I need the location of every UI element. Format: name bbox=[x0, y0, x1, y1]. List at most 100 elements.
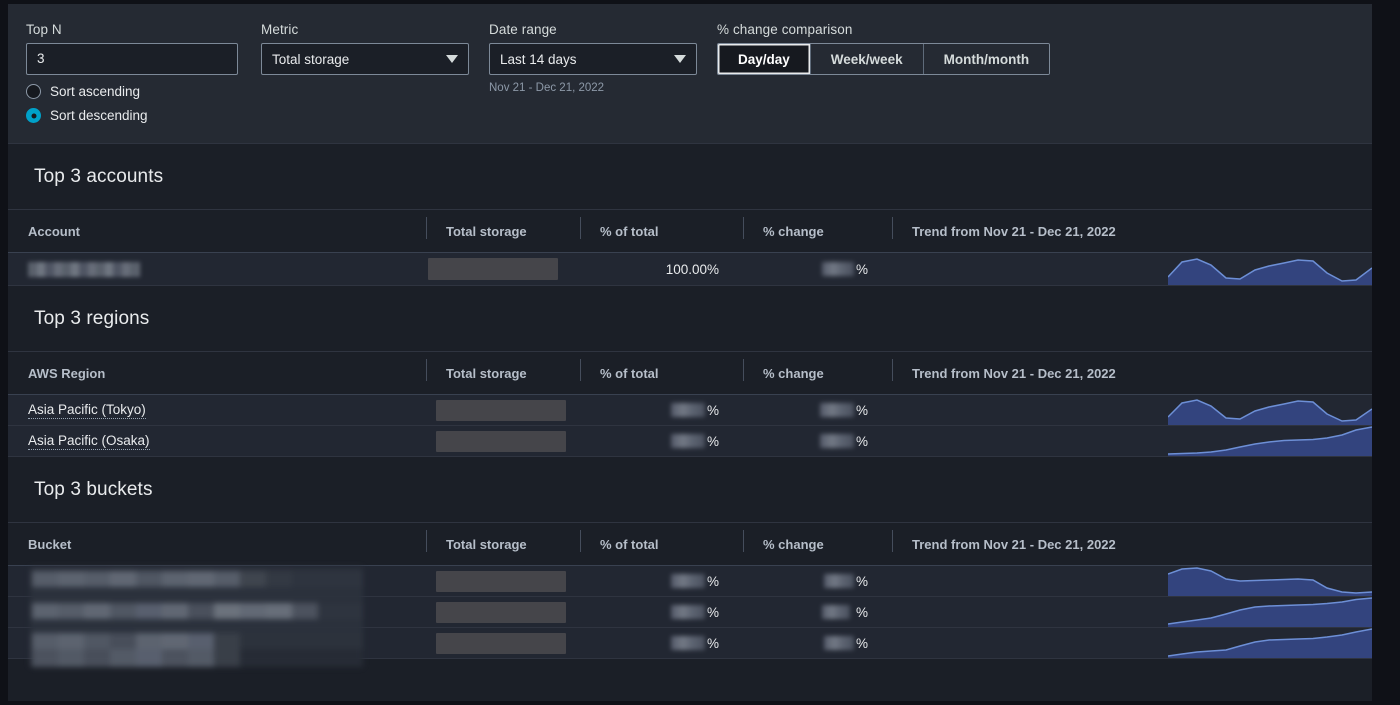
cell-pct-change: % bbox=[743, 597, 892, 627]
section-header-buckets: Top 3 buckets bbox=[8, 457, 1372, 523]
column-header-total-storage: Total storage bbox=[426, 529, 580, 552]
radio-unchecked-icon[interactable] bbox=[26, 84, 41, 99]
table-row[interactable]: 100.00% % bbox=[8, 253, 1372, 286]
cell-trend bbox=[892, 426, 1372, 456]
comparison-segmented-control[interactable]: Day/day Week/week Month/month bbox=[717, 43, 1051, 75]
topn-label: Top N bbox=[26, 22, 62, 37]
radio-checked-icon[interactable] bbox=[26, 108, 41, 123]
cell-trend bbox=[892, 597, 1372, 627]
column-header-bucket: Bucket bbox=[28, 536, 72, 552]
cell-region-name: Asia Pacific (Osaka) bbox=[8, 426, 426, 456]
column-header-pct-of-total: % of total bbox=[580, 529, 743, 552]
redacted-pct-of-total bbox=[670, 434, 705, 448]
filter-panel: Top N 3 Sort ascending Sort descending M… bbox=[8, 4, 1372, 144]
date-range-label: Date range bbox=[489, 22, 557, 37]
sparkline-region-tokyo-trend bbox=[1168, 399, 1372, 425]
redacted-pct-change bbox=[823, 574, 854, 588]
regions-table: AWS Region Total storage % of total % ch… bbox=[8, 352, 1372, 457]
buckets-table-header: Bucket Total storage % of total % change… bbox=[8, 523, 1372, 566]
cell-bucket-name bbox=[8, 628, 426, 658]
cell-trend bbox=[892, 395, 1372, 425]
cell-total-storage bbox=[426, 253, 580, 285]
cell-pct-change: % bbox=[743, 566, 892, 596]
cell-pct-of-total: % bbox=[580, 395, 743, 425]
metric-label: Metric bbox=[261, 22, 299, 37]
cell-pct-change: % bbox=[743, 628, 892, 658]
cell-total-storage bbox=[426, 566, 580, 596]
column-header-trend: Trend from Nov 21 - Dec 21, 2022 bbox=[892, 358, 1372, 381]
chevron-down-icon bbox=[674, 55, 686, 63]
redacted-pct-of-total bbox=[670, 605, 705, 619]
table-row[interactable]: % % bbox=[8, 628, 1372, 659]
s3-storage-lens-dashboard: Top N 3 Sort ascending Sort descending M… bbox=[0, 0, 1400, 705]
dashboard-content: Top N 3 Sort ascending Sort descending M… bbox=[8, 4, 1372, 701]
region-link-tokyo[interactable]: Asia Pacific (Tokyo) bbox=[28, 402, 146, 419]
cell-pct-of-total: % bbox=[580, 426, 743, 456]
segment-day-day[interactable]: Day/day bbox=[718, 44, 811, 74]
chevron-down-icon bbox=[446, 55, 458, 63]
column-header-pct-change: % change bbox=[743, 358, 892, 381]
sparkline-bucket-1-trend bbox=[1168, 567, 1372, 596]
segment-month-month[interactable]: Month/month bbox=[923, 44, 1050, 74]
redacted-total-storage bbox=[436, 601, 566, 623]
redacted-total-storage bbox=[436, 430, 566, 452]
column-header-pct-change: % change bbox=[743, 529, 892, 552]
sparkline-bucket-3-trend bbox=[1168, 628, 1372, 658]
redacted-pct-change bbox=[819, 434, 854, 448]
table-row[interactable]: % % bbox=[8, 597, 1372, 628]
sort-descending-label: Sort descending bbox=[50, 108, 148, 123]
redacted-total-storage bbox=[428, 258, 558, 280]
cell-bucket-name bbox=[8, 566, 426, 596]
metric-field: Metric Total storage bbox=[261, 22, 469, 75]
column-header-account: Account bbox=[28, 223, 80, 239]
comparison-field: % change comparison Day/day Week/week Mo… bbox=[717, 22, 1051, 75]
comparison-label: % change comparison bbox=[717, 22, 853, 37]
cell-pct-of-total: % bbox=[580, 566, 743, 596]
metric-selected-value: Total storage bbox=[272, 51, 350, 67]
cell-pct-change: % bbox=[743, 426, 892, 456]
metric-select[interactable]: Total storage bbox=[261, 43, 469, 75]
column-header-pct-of-total: % of total bbox=[580, 358, 743, 381]
column-header-total-storage: Total storage bbox=[426, 216, 580, 239]
cell-trend bbox=[892, 253, 1372, 285]
sort-ascending-radio-row[interactable]: Sort ascending bbox=[26, 84, 238, 99]
table-row[interactable]: Asia Pacific (Tokyo) % % bbox=[8, 395, 1372, 426]
redacted-pct-of-total bbox=[670, 636, 705, 650]
segment-week-week[interactable]: Week/week bbox=[810, 44, 924, 74]
section-title-buckets: Top 3 buckets bbox=[34, 478, 153, 500]
sparkline-region-osaka-trend bbox=[1168, 426, 1372, 456]
date-range-select[interactable]: Last 14 days bbox=[489, 43, 697, 75]
section-header-accounts: Top 3 accounts bbox=[8, 144, 1372, 210]
date-range-helper-text: Nov 21 - Dec 21, 2022 bbox=[489, 82, 605, 94]
redacted-pct-of-total bbox=[670, 574, 705, 588]
cell-pct-change: % bbox=[743, 395, 892, 425]
column-header-trend: Trend from Nov 21 - Dec 21, 2022 bbox=[892, 529, 1372, 552]
topn-field: Top N 3 Sort ascending Sort descending bbox=[26, 22, 238, 123]
accounts-table: Account Total storage % of total % chang… bbox=[8, 210, 1372, 286]
cell-pct-of-total: % bbox=[580, 597, 743, 627]
sparkline-account-trend bbox=[1168, 258, 1372, 285]
redacted-total-storage bbox=[436, 399, 566, 421]
cell-account-name bbox=[8, 253, 426, 285]
redacted-total-storage bbox=[436, 570, 566, 592]
regions-table-header: AWS Region Total storage % of total % ch… bbox=[8, 352, 1372, 395]
region-link-osaka[interactable]: Asia Pacific (Osaka) bbox=[28, 433, 150, 450]
section-title-regions: Top 3 regions bbox=[34, 307, 150, 329]
topn-input[interactable]: 3 bbox=[26, 43, 238, 75]
table-row[interactable]: % % bbox=[8, 566, 1372, 597]
sort-ascending-label: Sort ascending bbox=[50, 84, 141, 99]
redacted-pct-of-total bbox=[670, 403, 705, 417]
redacted-pct-change bbox=[823, 636, 854, 650]
date-range-selected-value: Last 14 days bbox=[500, 51, 577, 67]
table-row[interactable]: Asia Pacific (Osaka) % % bbox=[8, 426, 1372, 457]
cell-pct-of-total: % bbox=[580, 628, 743, 658]
cell-total-storage bbox=[426, 426, 580, 456]
buckets-table: Bucket Total storage % of total % change… bbox=[8, 523, 1372, 667]
redacted-pct-change bbox=[819, 403, 854, 417]
redacted-total-storage bbox=[436, 632, 566, 654]
cell-total-storage bbox=[426, 395, 580, 425]
date-range-field: Date range Last 14 days Nov 21 - Dec 21,… bbox=[489, 22, 697, 94]
sort-descending-radio-row[interactable]: Sort descending bbox=[26, 108, 238, 123]
cell-trend bbox=[892, 566, 1372, 596]
cell-total-storage bbox=[426, 597, 580, 627]
